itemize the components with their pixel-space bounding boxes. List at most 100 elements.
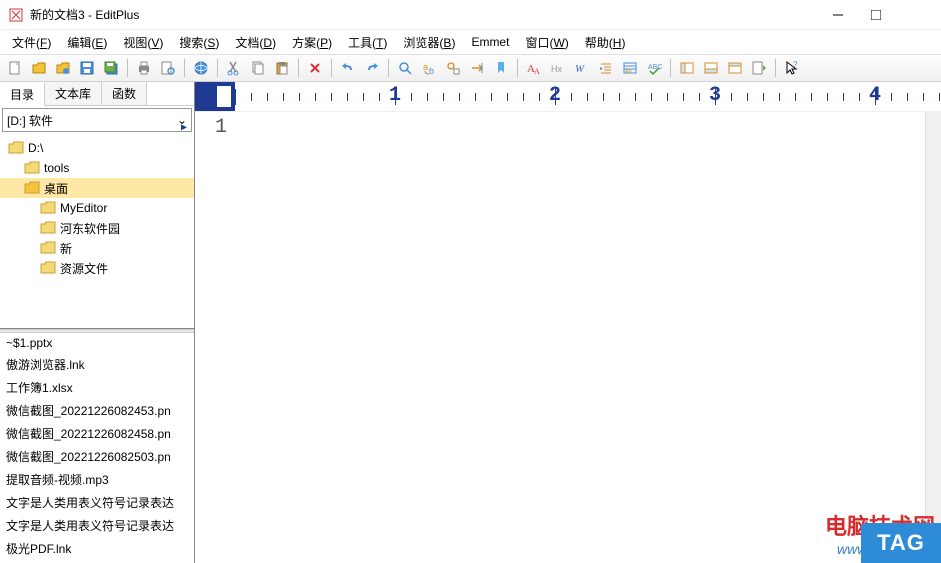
- ruler-tick: [491, 93, 492, 101]
- save-button[interactable]: [76, 57, 98, 79]
- ruler-tick: [891, 93, 892, 101]
- menu-item-t[interactable]: 工具(T): [340, 31, 395, 54]
- menu-item-emmet[interactable]: Emmet: [463, 32, 517, 52]
- toolbar-separator: [517, 59, 518, 77]
- tree-label: 河东软件园: [60, 220, 120, 237]
- tree-item[interactable]: MyEditor: [0, 198, 194, 218]
- ruler-tick: [939, 93, 940, 101]
- print-preview-button[interactable]: [157, 57, 179, 79]
- ruler-tick: [731, 93, 732, 101]
- sidebar-tabs: 目录文本库函数: [0, 82, 194, 106]
- bookmark-button[interactable]: [490, 57, 512, 79]
- document-selector-button[interactable]: [748, 57, 770, 79]
- svg-text:ABC: ABC: [648, 64, 662, 71]
- print-button[interactable]: [133, 57, 155, 79]
- workspace: 目录文本库函数 [D:] 软件 ⌄ D:\ tools桌面MyEditor 河东软件…: [0, 82, 941, 563]
- ruler-tick: [747, 93, 748, 101]
- sidebar-tab[interactable]: 文本库: [45, 82, 102, 105]
- tree-item[interactable]: 河东软件园: [0, 218, 194, 238]
- menu-item-s[interactable]: 搜索(S): [171, 31, 227, 54]
- minimize-button[interactable]: [819, 1, 857, 29]
- file-item[interactable]: 傲游浏览器.lnk: [0, 353, 194, 376]
- ruler-tick: [619, 93, 620, 101]
- copy-button[interactable]: [247, 57, 269, 79]
- font-button[interactable]: AA: [523, 57, 545, 79]
- new-file-button[interactable]: [4, 57, 26, 79]
- file-item[interactable]: 文字是人类用表义符号记录表达: [0, 514, 194, 537]
- app-icon: [8, 7, 24, 23]
- menu-item-b[interactable]: 浏览器(B): [395, 31, 463, 54]
- drive-selector[interactable]: [D:] 软件 ⌄: [2, 108, 192, 132]
- find-in-files-button[interactable]: [442, 57, 464, 79]
- redo-button[interactable]: [361, 57, 383, 79]
- ruler-tick: [315, 93, 316, 101]
- open-file-button[interactable]: [28, 57, 50, 79]
- file-item[interactable]: 极光PDF.lnk: [0, 537, 194, 560]
- ruler-tick: [795, 93, 796, 101]
- svg-text:A: A: [534, 67, 540, 76]
- vertical-scrollbar[interactable]: [925, 112, 941, 563]
- open-remote-button[interactable]: [52, 57, 74, 79]
- code-area[interactable]: [235, 112, 941, 563]
- title-bar: 新的文档3 - EditPlus: [0, 0, 941, 30]
- folder-tree[interactable]: D:\ tools桌面MyEditor 河东软件园新资源文件: [0, 134, 194, 329]
- file-list[interactable]: ~$1.pptx傲游浏览器.lnk工作簿1.xlsx微信截图_202212260…: [0, 333, 194, 563]
- cut-button[interactable]: [223, 57, 245, 79]
- editor-body[interactable]: 1: [195, 112, 941, 563]
- file-item[interactable]: 工作簿1.xlsx: [0, 376, 194, 399]
- find-button[interactable]: [394, 57, 416, 79]
- ruler-tick: [843, 93, 844, 101]
- paste-button[interactable]: [271, 57, 293, 79]
- tree-label: 新: [60, 240, 72, 257]
- hex-view-button[interactable]: Hx: [547, 57, 569, 79]
- toolbar: ab AA Hx W AB ABC ?: [0, 54, 941, 82]
- cliptext-panel-button[interactable]: [724, 57, 746, 79]
- replace-button[interactable]: ab: [418, 57, 440, 79]
- tree-item[interactable]: 资源文件: [0, 258, 194, 278]
- tree-item[interactable]: 桌面: [0, 178, 194, 198]
- file-item[interactable]: 微信截图_20221226082458.pn: [0, 422, 194, 445]
- drive-label: [D:] 软件: [7, 112, 53, 129]
- ruler-tick: [827, 93, 828, 101]
- undo-button[interactable]: [337, 57, 359, 79]
- output-panel-button[interactable]: [700, 57, 722, 79]
- file-item[interactable]: 提取音频-视频.mp3: [0, 468, 194, 491]
- tree-item[interactable]: D:\: [0, 138, 194, 158]
- menu-item-w[interactable]: 窗口(W): [517, 31, 576, 54]
- column-select-button[interactable]: AB: [619, 57, 641, 79]
- sidebar: 目录文本库函数 [D:] 软件 ⌄ D:\ tools桌面MyEditor 河东软件…: [0, 82, 195, 563]
- save-all-button[interactable]: [100, 57, 122, 79]
- ruler-tick: [331, 93, 332, 101]
- ruler-tick: [923, 93, 924, 101]
- ruler-tick: [475, 93, 476, 101]
- menu-item-f[interactable]: 文件(F): [4, 31, 59, 54]
- tree-label: D:\: [28, 141, 43, 155]
- spell-check-button[interactable]: ABC: [643, 57, 665, 79]
- menu-item-p[interactable]: 方案(P): [284, 31, 340, 54]
- ruler-tick: [251, 93, 252, 101]
- browser-button[interactable]: [190, 57, 212, 79]
- toolbar-separator: [127, 59, 128, 77]
- sidebar-tab[interactable]: 函数: [102, 82, 147, 105]
- file-item[interactable]: ~$1.pptx: [0, 333, 194, 353]
- file-item[interactable]: 微信截图_20221226082453.pn: [0, 399, 194, 422]
- tree-item[interactable]: 新: [0, 238, 194, 258]
- directory-panel-button[interactable]: [676, 57, 698, 79]
- maximize-button[interactable]: [857, 1, 895, 29]
- delete-button[interactable]: [304, 57, 326, 79]
- ruler-tick: [411, 93, 412, 101]
- menu-item-e[interactable]: 编辑(E): [59, 31, 115, 54]
- goto-line-button[interactable]: [466, 57, 488, 79]
- file-item[interactable]: 微信截图_20221226082503.pn: [0, 445, 194, 468]
- indent-button[interactable]: [595, 57, 617, 79]
- ruler-tick: [267, 93, 268, 101]
- help-cursor-button[interactable]: ?: [781, 57, 803, 79]
- sidebar-tab[interactable]: 目录: [0, 83, 45, 106]
- tree-item[interactable]: tools: [0, 158, 194, 178]
- menu-item-d[interactable]: 文档(D): [227, 31, 284, 54]
- ruler-tick: [443, 93, 444, 101]
- file-item[interactable]: 文字是人类用表义符号记录表达: [0, 491, 194, 514]
- menu-item-v[interactable]: 视图(V): [115, 31, 171, 54]
- word-wrap-button[interactable]: W: [571, 57, 593, 79]
- menu-item-h[interactable]: 帮助(H): [577, 31, 634, 54]
